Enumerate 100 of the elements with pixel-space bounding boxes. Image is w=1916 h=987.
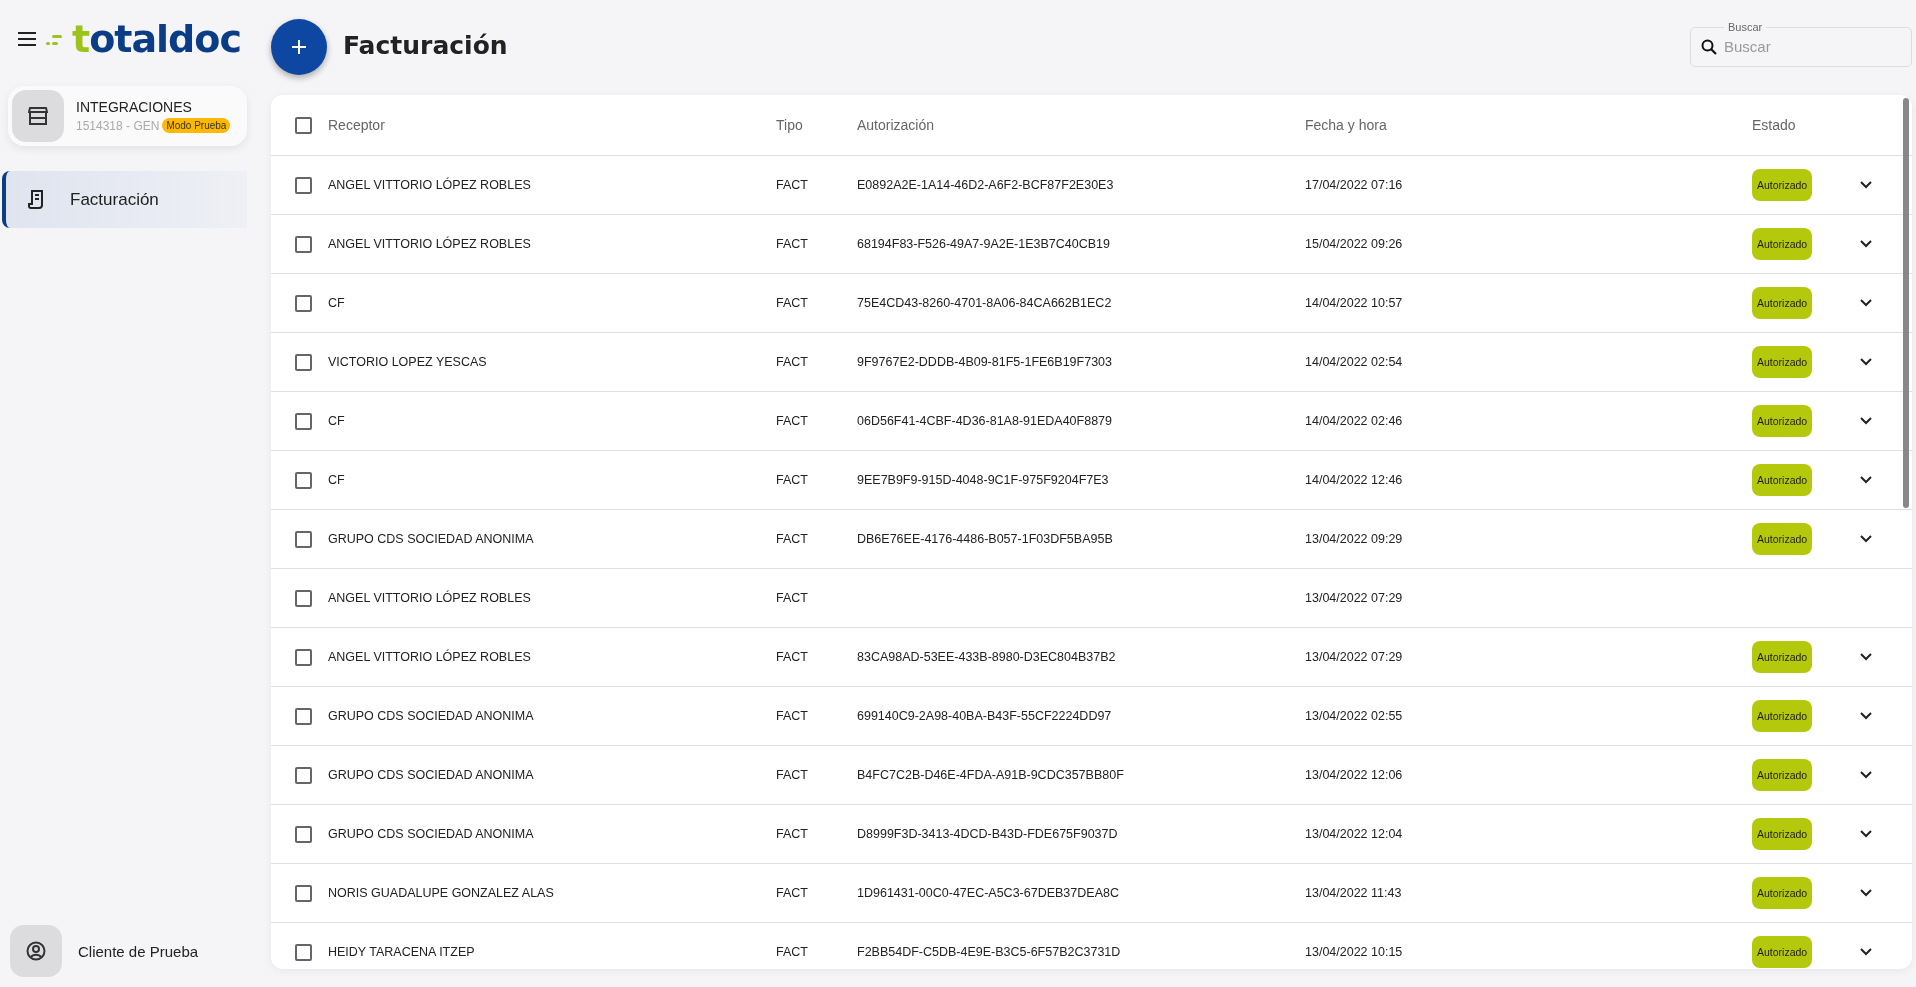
- checkbox[interactable]: [295, 412, 312, 430]
- plus-icon: [291, 38, 307, 55]
- table-cell: CF: [328, 414, 345, 428]
- add-button[interactable]: [271, 18, 327, 75]
- column-header[interactable]: Estado: [1752, 95, 1852, 155]
- table-cell: FACT: [776, 591, 808, 605]
- table-cell: FACT: [776, 473, 808, 487]
- table-cell: 14/04/2022 10:57: [1305, 296, 1403, 310]
- table-cell: VICTORIO LOPEZ YESCAS: [328, 355, 487, 369]
- search-icon: [1701, 38, 1717, 55]
- checkbox[interactable]: [295, 589, 312, 607]
- menu-icon: [18, 32, 36, 46]
- status-badge: Autorizado: [1752, 700, 1813, 732]
- status-badge: Autorizado: [1752, 818, 1813, 850]
- chevron-down-icon: [1860, 653, 1872, 661]
- table-cell: ANGEL VITTORIO LÓPEZ ROBLES: [328, 650, 531, 664]
- store-icon: [28, 107, 48, 125]
- chevron-down-icon: [1860, 299, 1872, 307]
- checkbox[interactable]: [295, 176, 312, 194]
- page-title: Facturación: [343, 31, 508, 60]
- account-card[interactable]: INTEGRACIONES 1514318 - GEN Modo Prueba: [8, 86, 247, 146]
- user-name: Cliente de Prueba: [78, 942, 199, 960]
- mode-badge: Modo Prueba: [162, 118, 231, 133]
- status-badge: Autorizado: [1752, 523, 1813, 555]
- table-cell: FACT: [776, 355, 808, 369]
- status-badge: Autorizado: [1752, 169, 1813, 201]
- chevron-down-icon: [1860, 417, 1872, 425]
- table-cell: 699140C9-2A98-40BA-B43F-55CF2224DD97: [857, 709, 1112, 723]
- table-cell: 1D961431-00C0-47EC-A5C3-67DEB37DEA8C: [857, 886, 1119, 900]
- table-cell: 17/04/2022 07:16: [1305, 178, 1403, 192]
- checkbox[interactable]: [295, 825, 312, 843]
- chevron-down-icon: [1860, 358, 1872, 366]
- chevron-down-icon: [1860, 830, 1872, 838]
- status-badge: Autorizado: [1752, 641, 1813, 673]
- table-cell: FACT: [776, 886, 808, 900]
- table-cell: 13/04/2022 02:55: [1305, 709, 1403, 723]
- account-name: INTEGRACIONES: [76, 99, 193, 115]
- table-cell: FACT: [776, 650, 808, 664]
- table-cell: 14/04/2022 02:46: [1305, 414, 1403, 428]
- table-cell: 13/04/2022 10:15: [1305, 945, 1403, 959]
- column-header[interactable]: Autorización: [857, 95, 1305, 155]
- checkbox[interactable]: [295, 353, 312, 371]
- column-header[interactable]: Tipo: [776, 95, 857, 155]
- table-cell: 75E4CD43-8260-4701-8A06-84CA662B1EC2: [857, 296, 1112, 310]
- checkbox[interactable]: [295, 884, 312, 902]
- checkbox[interactable]: [295, 707, 312, 725]
- table-cell: 13/04/2022 09:29: [1305, 532, 1403, 546]
- checkbox[interactable]: [295, 294, 312, 312]
- table-cell: 15/04/2022 09:26: [1305, 237, 1403, 251]
- status-badge: Autorizado: [1752, 287, 1813, 319]
- table-cell: 13/04/2022 12:04: [1305, 827, 1403, 841]
- checkbox[interactable]: [295, 116, 312, 134]
- table-cell: D8999F3D-3413-4DCD-B43D-FDE675F9037D: [857, 827, 1118, 841]
- table-cell: 13/04/2022 07:29: [1305, 591, 1403, 605]
- checkbox[interactable]: [295, 943, 312, 961]
- checkbox[interactable]: [295, 766, 312, 784]
- table-cell: FACT: [776, 414, 808, 428]
- receipt-icon: [28, 189, 46, 210]
- table-cell: CF: [328, 296, 345, 310]
- nav-item[interactable]: Facturación: [2, 171, 247, 228]
- chevron-down-icon: [1860, 712, 1872, 720]
- table-cell: 68194F83-F526-49A7-9A2E-1E3B7C40CB19: [857, 237, 1110, 251]
- column-header[interactable]: Receptor: [328, 95, 776, 155]
- status-badge: Autorizado: [1752, 936, 1813, 968]
- table-cell: E0892A2E-1A14-46D2-A6F2-BCF87F2E30E3: [857, 178, 1114, 192]
- checkbox[interactable]: [295, 471, 312, 489]
- chevron-down-icon: [1860, 535, 1872, 543]
- user-icon: [26, 941, 46, 961]
- table-cell: CF: [328, 473, 345, 487]
- checkbox[interactable]: [295, 235, 312, 253]
- chevron-down-icon: [1860, 181, 1872, 189]
- table-cell: FACT: [776, 945, 808, 959]
- status-badge: Autorizado: [1752, 877, 1813, 909]
- table-cell: GRUPO CDS SOCIEDAD ANONIMA: [328, 827, 534, 841]
- status-badge: Autorizado: [1752, 228, 1813, 260]
- table-cell: 83CA98AD-53EE-433B-8980-D3EC804B37B2: [857, 650, 1116, 664]
- checkbox[interactable]: [295, 648, 312, 666]
- table-cell: FACT: [776, 296, 808, 310]
- table-cell: DB6E76EE-4176-4486-B057-1F03DF5BA95B: [857, 532, 1113, 546]
- scrollbar[interactable]: [1903, 98, 1909, 508]
- table-cell: GRUPO CDS SOCIEDAD ANONIMA: [328, 768, 534, 782]
- table-cell: FACT: [776, 237, 808, 251]
- status-badge: Autorizado: [1752, 405, 1813, 437]
- table-cell: ANGEL VITTORIO LÓPEZ ROBLES: [328, 591, 531, 605]
- table-cell: NORIS GUADALUPE GONZALEZ ALAS: [328, 886, 554, 900]
- table-cell: 9F9767E2-DDDB-4B09-81F5-1FE6B19F7303: [857, 355, 1112, 369]
- chevron-down-icon: [1860, 476, 1872, 484]
- checkbox[interactable]: [295, 530, 312, 548]
- chevron-down-icon: [1860, 889, 1872, 897]
- status-badge: Autorizado: [1752, 759, 1813, 791]
- chevron-down-icon: [1860, 948, 1872, 956]
- table-cell: FACT: [776, 827, 808, 841]
- table-cell: HEIDY TARACENA ITZEP: [328, 945, 475, 959]
- table-cell: F2BB54DF-C5DB-4E9E-B3C5-6F57B2C3731D: [857, 945, 1121, 959]
- table-cell: 13/04/2022 11:43: [1305, 886, 1402, 900]
- table-cell: FACT: [776, 709, 808, 723]
- table-cell: ANGEL VITTORIO LÓPEZ ROBLES: [328, 178, 531, 192]
- column-header[interactable]: Fecha y hora: [1305, 95, 1752, 155]
- table-cell: 13/04/2022 12:06: [1305, 768, 1403, 782]
- table-cell: FACT: [776, 768, 808, 782]
